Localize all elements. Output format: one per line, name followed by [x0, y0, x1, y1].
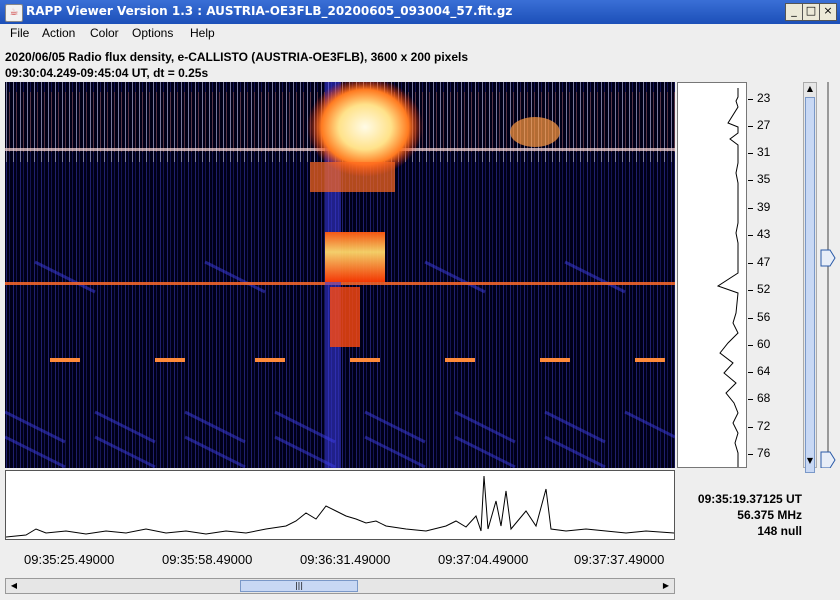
freq-tick: [748, 180, 753, 181]
time-label: 09:35:58.49000: [162, 552, 253, 567]
freq-tick: [748, 263, 753, 264]
spectrogram-image: [5, 82, 675, 468]
readout-frequency: 56.375 MHz: [737, 508, 802, 522]
light-curve-plot[interactable]: [5, 470, 675, 540]
info-line-1: 2020/06/05 Radio flux density, e-CALLIST…: [5, 50, 469, 64]
freq-tick: [748, 345, 753, 346]
menu-file[interactable]: File: [10, 26, 29, 40]
contrast-slider[interactable]: [820, 82, 836, 468]
freq-tick: [748, 427, 753, 428]
freq-label: 43: [757, 227, 771, 241]
menu-action[interactable]: Action: [42, 26, 75, 40]
freq-label: 23: [757, 91, 771, 105]
freq-tick: [748, 99, 753, 100]
freq-tick: [748, 318, 753, 319]
readout-time: 09:35:19.37125 UT: [697, 492, 802, 506]
freq-tick: [748, 153, 753, 154]
vertical-scroll-thumb[interactable]: [805, 97, 815, 473]
frequency-axis: 23 27 31 35 39 43 47 52 56 60 64 68 72 7…: [748, 82, 800, 468]
freq-label: 68: [757, 391, 771, 405]
freq-tick: [748, 235, 753, 236]
time-label: 09:37:04.49000: [438, 552, 529, 567]
scroll-left-arrow-icon[interactable]: ◀: [8, 580, 20, 592]
freq-label: 64: [757, 364, 771, 378]
freq-label: 56: [757, 310, 771, 324]
frequency-profile-plot: [677, 82, 747, 468]
freq-tick: [748, 290, 753, 291]
menu-color[interactable]: Color: [90, 26, 119, 40]
freq-label: 47: [757, 255, 771, 269]
scroll-up-arrow-icon[interactable]: ▲: [804, 83, 816, 95]
freq-label: 39: [757, 200, 771, 214]
freq-label: 60: [757, 337, 771, 351]
menu-bar: File Action Color Options Help: [0, 24, 840, 44]
time-label: 09:35:25.49000: [24, 552, 115, 567]
freq-tick: [748, 372, 753, 373]
time-label: 09:36:31.49000: [300, 552, 391, 567]
info-line-2: 09:30:04.249-09:45:04 UT, dt = 0.25s: [5, 66, 209, 80]
slider-handle-lower[interactable]: [820, 451, 836, 468]
minimize-button[interactable]: _: [785, 3, 803, 21]
freq-label: 76: [757, 446, 771, 460]
close-button[interactable]: ×: [819, 3, 837, 21]
title-bar: ☕ RAPP Viewer Version 1.3 : AUSTRIA-OE3F…: [0, 0, 840, 24]
horizontal-scroll-thumb[interactable]: |||: [240, 580, 358, 592]
readout-value: 148 null: [757, 524, 802, 538]
spectrogram[interactable]: [5, 82, 675, 468]
light-curve: [5, 475, 675, 538]
horizontal-scrollbar[interactable]: ◀ ||| ▶: [5, 578, 675, 594]
freq-label: 31: [757, 145, 771, 159]
maximize-button[interactable]: □: [802, 3, 820, 21]
profile-curve: [716, 88, 739, 467]
menu-help[interactable]: Help: [190, 26, 215, 40]
freq-tick: [748, 454, 753, 455]
freq-label: 72: [757, 419, 771, 433]
java-app-icon: ☕: [5, 4, 23, 22]
freq-tick: [748, 126, 753, 127]
vertical-scrollbar[interactable]: ▲ ▼: [803, 82, 817, 473]
scroll-down-arrow-icon[interactable]: ▼: [804, 455, 816, 467]
freq-tick: [748, 399, 753, 400]
slider-handle-upper[interactable]: [820, 249, 836, 267]
window-title: RAPP Viewer Version 1.3 : AUSTRIA-OE3FLB…: [26, 4, 513, 18]
freq-label: 27: [757, 118, 771, 132]
freq-tick: [748, 208, 753, 209]
menu-options[interactable]: Options: [132, 26, 173, 40]
scroll-right-arrow-icon[interactable]: ▶: [660, 580, 672, 592]
freq-label: 35: [757, 172, 771, 186]
freq-label: 52: [757, 282, 771, 296]
time-label: 09:37:37.49000: [574, 552, 665, 567]
